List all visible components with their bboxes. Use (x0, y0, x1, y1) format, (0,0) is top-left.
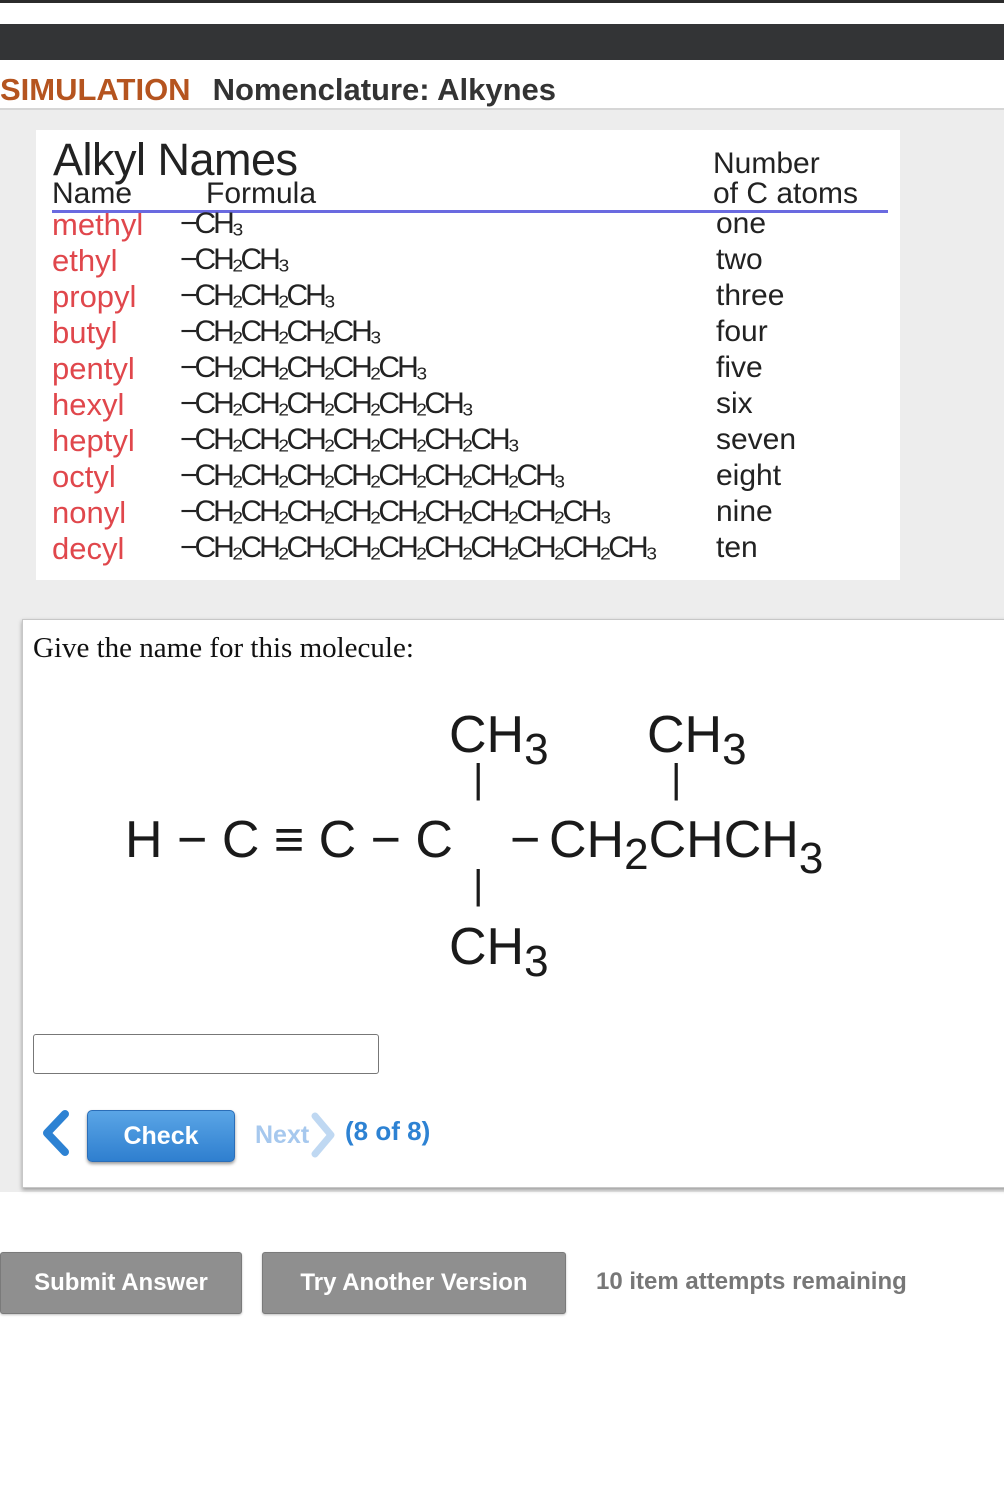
alkyl-row: methyl −CH₃ one (36, 209, 900, 245)
alkyl-formula: −CH₂CH₂CH₃ (180, 279, 336, 312)
carbon-count: eight (716, 459, 782, 492)
methyl-bottom: CH3 (449, 918, 549, 986)
alkyl-row: butyl −CH₂CH₂CH₂CH₃ four (36, 317, 900, 353)
methyl-top-left: CH3 (449, 706, 549, 774)
main-chain-left: H − C ≡ C − C (125, 811, 453, 869)
header-bar (0, 24, 1004, 60)
alkyl-name: ethyl (52, 243, 118, 278)
carbon-count: nine (716, 495, 773, 528)
alkyl-row: propyl −CH₂CH₂CH₃ three (36, 281, 900, 317)
alkyl-row: heptyl −CH₂CH₂CH₂CH₂CH₂CH₂CH₃ seven (36, 425, 900, 461)
alkyl-name: methyl (52, 207, 144, 242)
alkyl-name: decyl (52, 531, 125, 566)
carbon-count: six (716, 387, 753, 420)
bond-top-left: | (473, 757, 483, 801)
alkyl-formula: −CH₂CH₂CH₂CH₂CH₂CH₃ (180, 387, 474, 420)
attempts-remaining: 10 item attempts remaining (596, 1268, 907, 1295)
alkyl-row: pentyl −CH₂CH₂CH₂CH₂CH₃ five (36, 353, 900, 389)
methyl-top-right: CH3 (647, 706, 747, 774)
chevron-left-icon (43, 1110, 69, 1156)
alkyl-name: octyl (52, 459, 116, 494)
alkyl-formula: −CH₂CH₂CH₂CH₂CH₃ (180, 351, 428, 384)
alkyl-row: ethyl −CH₂CH₃ two (36, 245, 900, 281)
next-label: Next (255, 1120, 310, 1149)
try-another-version-button[interactable]: Try Another Version (262, 1252, 566, 1314)
top-border (0, 0, 1004, 3)
carbon-count: seven (716, 423, 797, 456)
col-header-count-line1: Number (713, 147, 820, 180)
previous-button[interactable] (37, 1108, 77, 1158)
question-box: Give the name for this molecule: CH3 CH3… (22, 619, 1004, 1188)
carbon-count: three (716, 279, 785, 312)
alkyl-names-table: Alkyl Names Name Formula Number of C ato… (36, 130, 900, 580)
bond-top-right: | (671, 757, 681, 801)
alkyl-formula: −CH₂CH₂CH₂CH₂CH₂CH₂CH₂CH₂CH₃ (180, 495, 612, 528)
alkyl-formula: −CH₂CH₂CH₂CH₃ (180, 315, 382, 348)
main-chain-ch2chch3: CH2CHCH3 (549, 811, 823, 883)
carbon-count: ten (716, 531, 758, 564)
chevron-right-icon (311, 1112, 335, 1158)
alkyl-formula: −CH₃ (180, 207, 244, 240)
next-button[interactable]: Next (255, 1110, 339, 1160)
carbon-count: one (716, 207, 767, 240)
carbon-count: four (716, 315, 768, 348)
col-header-name: Name (52, 177, 133, 210)
section-label: SIMULATION (0, 72, 191, 107)
submit-answer-button[interactable]: Submit Answer (0, 1252, 242, 1314)
carbon-count: two (716, 243, 763, 276)
alkyl-formula: −CH₂CH₂CH₂CH₂CH₂CH₂CH₂CH₂CH₂CH₃ (180, 531, 658, 564)
carbon-count: five (716, 351, 763, 384)
col-header-count-line2: of C atoms (713, 177, 859, 210)
alkyl-name: propyl (52, 279, 137, 314)
question-progress: (8 of 8) (345, 1116, 431, 1146)
alkyl-formula: −CH₂CH₃ (180, 243, 290, 276)
alkyl-row: nonyl −CH₂CH₂CH₂CH₂CH₂CH₂CH₂CH₂CH₃ nine (36, 497, 900, 533)
check-button[interactable]: Check (87, 1110, 235, 1162)
alkyl-row: hexyl −CH₂CH₂CH₂CH₂CH₂CH₃ six (36, 389, 900, 425)
alkyl-formula: −CH₂CH₂CH₂CH₂CH₂CH₂CH₂CH₃ (180, 459, 566, 492)
bond-bottom: | (473, 863, 483, 907)
answer-input[interactable] (33, 1034, 379, 1074)
alkyl-name: nonyl (52, 495, 127, 530)
alkyl-name: heptyl (52, 423, 135, 458)
alkyl-row: octyl −CH₂CH₂CH₂CH₂CH₂CH₂CH₂CH₃ eight (36, 461, 900, 497)
alkyl-name: pentyl (52, 351, 135, 386)
molecule-structure: CH3 CH3 | | H − C ≡ C − C − CH2CHCH3 | C… (125, 706, 823, 986)
col-header-formula: Formula (206, 177, 317, 210)
alkyl-row: decyl −CH₂CH₂CH₂CH₂CH₂CH₂CH₂CH₂CH₂CH₃ ten (36, 533, 900, 569)
alkyl-name: hexyl (52, 387, 125, 422)
main-chain-dash: − (510, 811, 540, 869)
alkyl-formula: −CH₂CH₂CH₂CH₂CH₂CH₂CH₃ (180, 423, 520, 456)
page-title: Nomenclature: Alkynes (212, 72, 556, 107)
alkyl-name: butyl (52, 315, 118, 350)
question-prompt: Give the name for this molecule: (33, 632, 414, 664)
page-title-bar: SIMULATION Nomenclature: Alkynes (0, 70, 556, 110)
